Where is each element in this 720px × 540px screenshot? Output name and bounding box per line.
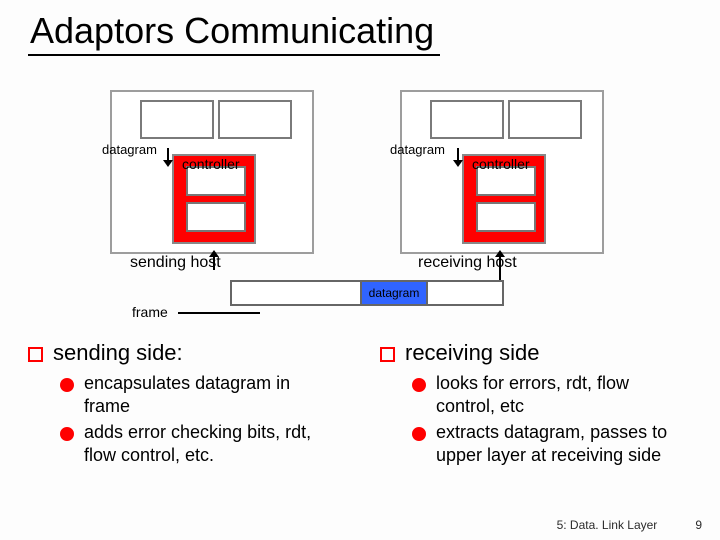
upper-layer-box (430, 100, 504, 139)
bullet-text: extracts datagram, passes to upper layer… (436, 421, 692, 466)
slide: Adaptors Communicating datagram controll… (0, 0, 720, 540)
bullet-level1: receiving side (380, 340, 692, 366)
square-bullet-icon (28, 347, 43, 362)
bullet-columns: sending side: encapsulates datagram in f… (28, 340, 692, 470)
bullet-level2: extracts datagram, passes to upper layer… (412, 421, 692, 466)
upper-layer-box (218, 100, 292, 139)
square-bullet-icon (380, 347, 395, 362)
sending-host-box (110, 90, 314, 254)
sending-side-column: sending side: encapsulates datagram in f… (28, 340, 340, 470)
receiving-side-heading: receiving side (405, 340, 540, 366)
footer-page-number: 9 (695, 518, 702, 532)
slide-footer: 5: Data. Link Layer 9 (557, 518, 702, 532)
frame-label: frame (132, 304, 168, 320)
sending-side-heading: sending side: (53, 340, 183, 366)
frame-datagram-box: datagram (360, 280, 428, 306)
circle-bullet-icon (60, 427, 74, 441)
controller-label: controller (182, 156, 240, 172)
bullet-text: encapsulates datagram in frame (84, 372, 340, 417)
controller-inner (186, 202, 246, 232)
bullet-text: looks for errors, rdt, flow control, etc (436, 372, 692, 417)
upper-layer-box (140, 100, 214, 139)
circle-bullet-icon (412, 378, 426, 392)
bullet-level2: looks for errors, rdt, flow control, etc (412, 372, 692, 417)
footer-section: 5: Data. Link Layer (557, 518, 658, 532)
controller-inner (476, 202, 536, 232)
slide-title: Adaptors Communicating (28, 10, 440, 56)
bullet-level2: encapsulates datagram in frame (60, 372, 340, 417)
datagram-label: datagram (102, 142, 157, 157)
bullet-text: adds error checking bits, rdt, flow cont… (84, 421, 340, 466)
receiving-side-column: receiving side looks for errors, rdt, fl… (380, 340, 692, 470)
bullet-level2: adds error checking bits, rdt, flow cont… (60, 421, 340, 466)
bullet-level1: sending side: (28, 340, 340, 366)
adaptors-diagram: datagram controller sending host datagra… (60, 90, 620, 310)
frame-leader-line (178, 312, 260, 314)
receiving-host-box (400, 90, 604, 254)
circle-bullet-icon (412, 427, 426, 441)
datagram-label: datagram (390, 142, 445, 157)
circle-bullet-icon (60, 378, 74, 392)
controller-label: controller (472, 156, 530, 172)
sending-host-label: sending host (130, 254, 221, 272)
upper-layer-box (508, 100, 582, 139)
